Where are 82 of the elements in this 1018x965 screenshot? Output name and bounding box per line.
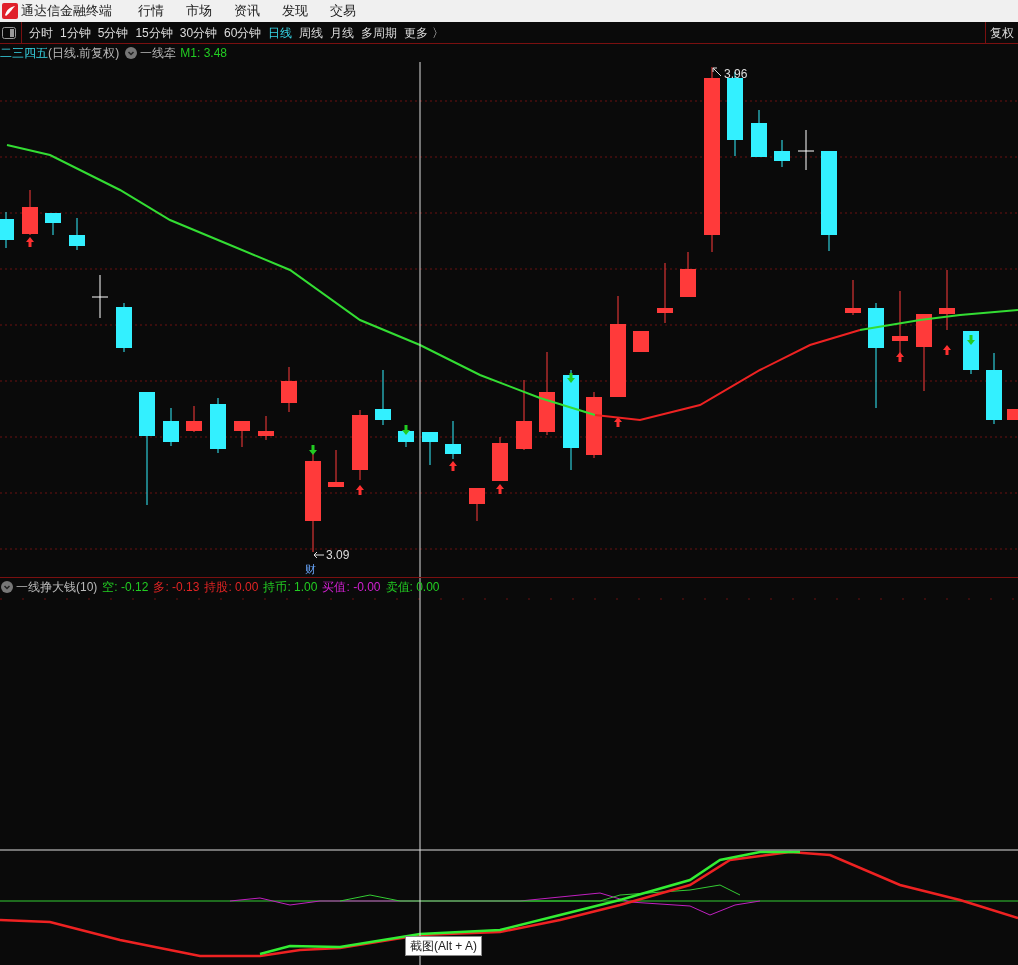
- period-tab[interactable]: 15分钟: [132, 23, 176, 42]
- up-arrow-icon: [943, 345, 951, 355]
- chart-mode: (日线.前复权): [48, 45, 120, 62]
- panel-toggle-icon[interactable]: [2, 26, 16, 39]
- candlestick: [186, 405, 202, 433]
- candlestick: [469, 487, 485, 522]
- up-arrow-icon: [449, 461, 457, 471]
- candlestick: [492, 436, 508, 482]
- menu-item[interactable]: 资讯: [234, 1, 260, 21]
- adjust-button[interactable]: 复权: [986, 24, 1018, 42]
- down-arrow-icon: [402, 425, 410, 435]
- candlestick: [422, 431, 438, 466]
- candlestick: [22, 189, 38, 236]
- down-arrow-icon: [309, 445, 317, 455]
- candlestick: [774, 139, 790, 168]
- candlestick: [45, 212, 61, 236]
- candlestick: [939, 269, 955, 331]
- pointer-arrow-icon: [712, 67, 722, 77]
- period-tab[interactable]: 5分钟: [94, 23, 132, 42]
- event-label: 财: [305, 563, 316, 575]
- period-tab[interactable]: 日线: [265, 23, 296, 42]
- candlestick: [680, 251, 696, 298]
- candlestick: [586, 391, 602, 459]
- candlestick: [845, 279, 861, 316]
- candlestick: [258, 415, 274, 441]
- candlestick: [328, 449, 344, 488]
- period-tab[interactable]: 60分钟: [221, 23, 265, 42]
- tooltip: 截图(Alt + A): [405, 936, 482, 956]
- up-arrow-icon: [356, 485, 364, 495]
- period-tab[interactable]: 月线: [327, 23, 358, 42]
- low-price-label: 3.09: [326, 548, 350, 562]
- indicator-value: 多: -0.13: [153, 578, 200, 596]
- menu-item[interactable]: 交易: [330, 1, 356, 21]
- candlestick: [0, 211, 14, 249]
- menu-item[interactable]: 发现: [282, 1, 308, 21]
- indicator-value: 持币: 1.00: [263, 578, 318, 596]
- candlestick: [281, 366, 297, 413]
- period-tab[interactable]: 更多 〉: [401, 23, 447, 42]
- down-arrow-icon: [967, 335, 975, 345]
- candlestick: [210, 397, 226, 454]
- period-tab[interactable]: 分时: [26, 23, 56, 42]
- indicator-name: 一线牵: [140, 45, 177, 62]
- high-price-label: 3.96: [724, 67, 748, 81]
- candlestick: [657, 262, 673, 324]
- indicator-value: 空: -0.12: [102, 578, 149, 596]
- up-arrow-icon: [26, 237, 34, 247]
- menu-item[interactable]: 行情: [138, 1, 164, 21]
- candlestick: [445, 420, 461, 460]
- stock-name: 二三四五: [0, 45, 48, 62]
- candlestick: [797, 129, 815, 171]
- candlestick: [633, 330, 649, 353]
- up-arrow-icon: [896, 352, 904, 362]
- candlestick: [91, 274, 109, 319]
- dropdown-icon[interactable]: [1, 580, 13, 593]
- up-arrow-icon: [496, 484, 504, 494]
- candlestick: [751, 109, 767, 158]
- indicator-value: 买值: -0.00: [322, 578, 381, 596]
- app-title: 通达信金融终端: [21, 2, 112, 21]
- period-tab[interactable]: 周线: [296, 23, 327, 42]
- candlestick: [1007, 408, 1018, 421]
- indicator-name: 一线挣大钱(10): [16, 578, 98, 596]
- candlestick: [375, 369, 391, 426]
- app-logo-icon: [2, 3, 18, 19]
- candlestick: [69, 217, 85, 251]
- candlestick: [163, 407, 179, 447]
- candlestick: [116, 302, 132, 353]
- up-arrow-icon: [614, 417, 622, 427]
- candlestick: [516, 379, 532, 451]
- indicator-value: 持股: 0.00: [204, 578, 259, 596]
- period-tab[interactable]: 多周期: [358, 23, 401, 42]
- dropdown-icon[interactable]: [125, 47, 138, 59]
- candlestick: [352, 409, 368, 481]
- menu-item[interactable]: 市场: [186, 1, 212, 21]
- candlestick: [963, 330, 979, 375]
- period-tab[interactable]: 1分钟: [57, 23, 94, 42]
- period-tab[interactable]: 30分钟: [176, 23, 221, 42]
- down-arrow-icon: [567, 373, 575, 383]
- candlestick: [234, 420, 250, 448]
- indicator-value: 卖值: 0.00: [385, 578, 440, 596]
- candlestick: [892, 290, 908, 356]
- indicator-reading: M1: 3.48: [180, 45, 228, 62]
- pointer-arrow-icon: [313, 551, 325, 559]
